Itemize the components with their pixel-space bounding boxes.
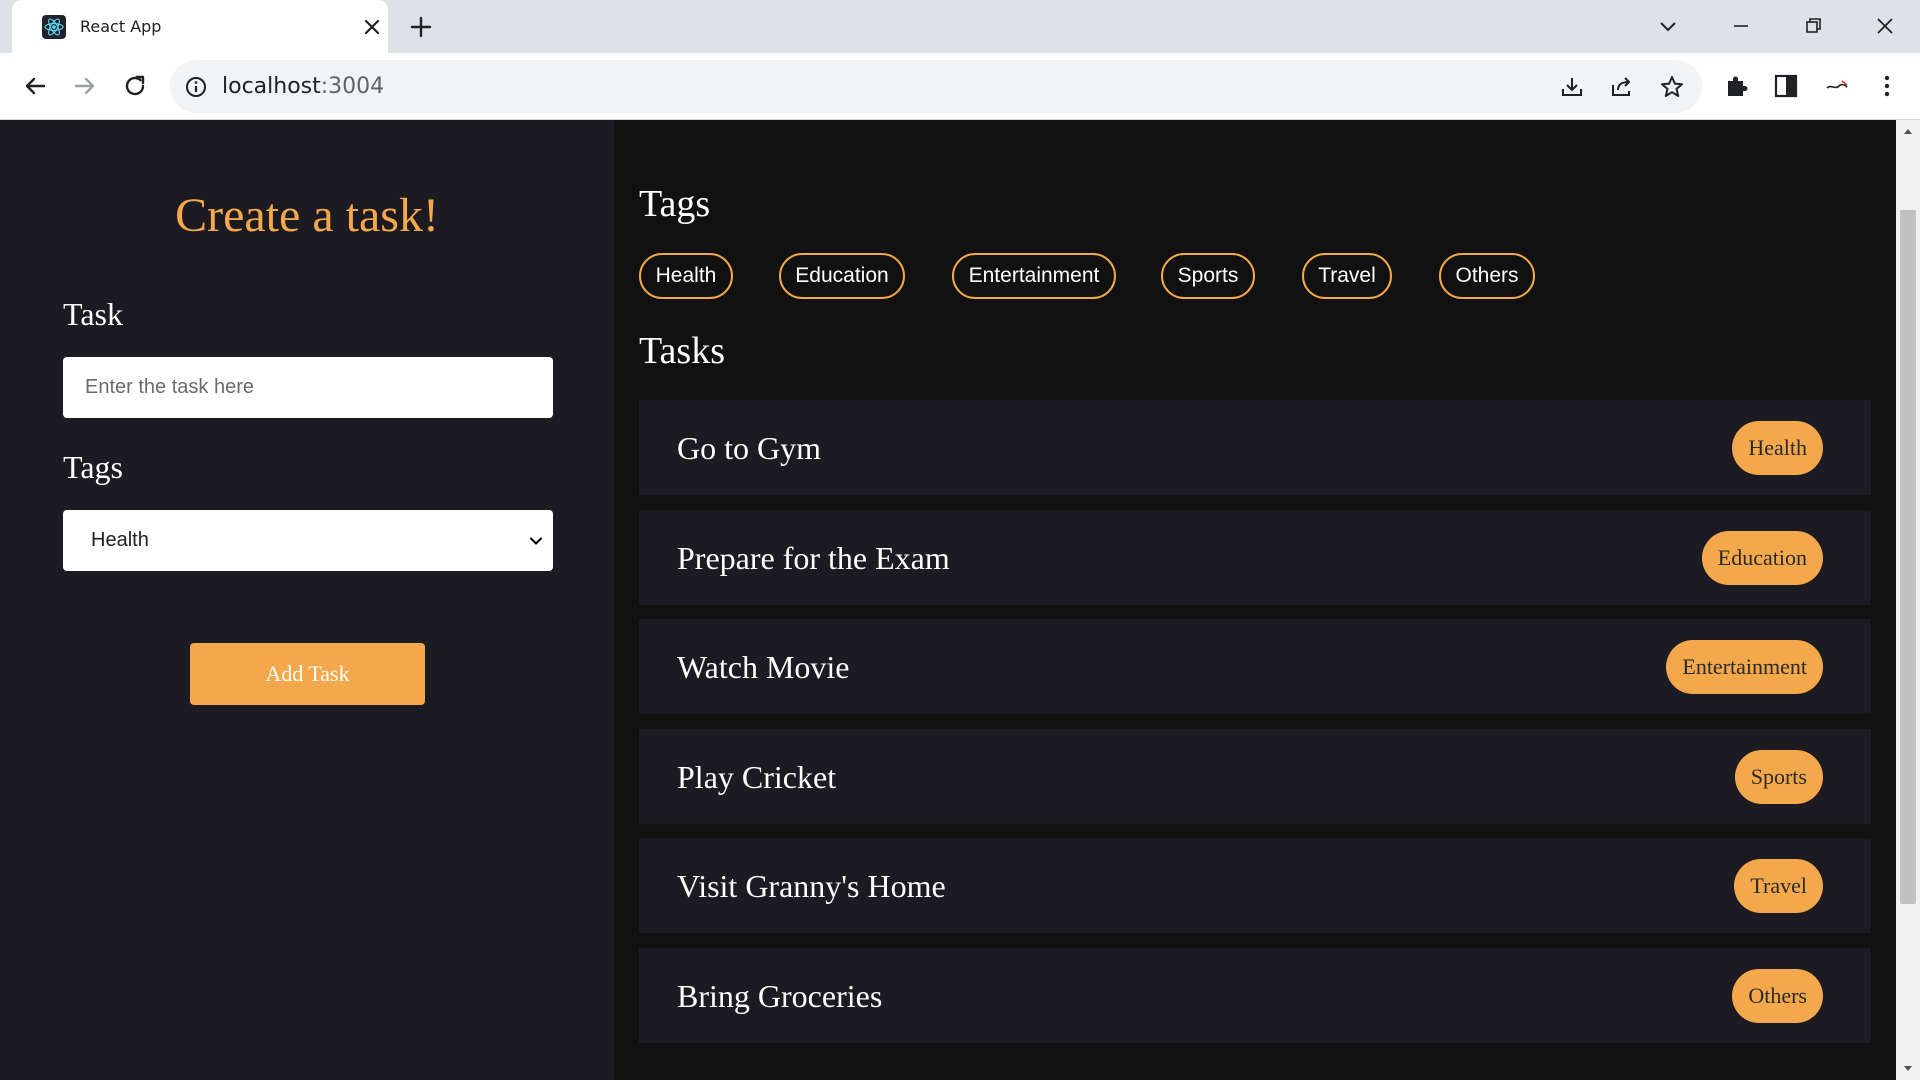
- task-tag-badge: Entertainment: [1666, 640, 1823, 694]
- new-tab-plus-icon[interactable]: [408, 14, 434, 40]
- task-name: Go to Gym: [677, 430, 821, 466]
- browser-tab-strip: React App: [0, 0, 1920, 53]
- task-name: Visit Granny's Home: [677, 868, 946, 904]
- create-task-panel: Create a task! Task Tags Health Add Task: [0, 120, 614, 1080]
- reload-icon[interactable]: [120, 71, 150, 101]
- tag-chip[interactable]: Sports: [1161, 253, 1255, 299]
- scrollbar-thumb[interactable]: [1900, 210, 1916, 904]
- close-icon[interactable]: [360, 15, 384, 39]
- create-task-title: Create a task!: [175, 189, 439, 242]
- task-input[interactable]: [63, 357, 553, 418]
- tags-section-title: Tags: [639, 183, 711, 225]
- scroll-down-arrow-icon[interactable]: [1902, 1062, 1914, 1074]
- profile-avatar-icon[interactable]: [1822, 71, 1852, 101]
- page-scrollbar[interactable]: [1896, 120, 1920, 1080]
- window-close-icon[interactable]: [1871, 12, 1899, 40]
- side-panel-icon[interactable]: [1771, 71, 1801, 101]
- install-app-icon[interactable]: [1558, 73, 1586, 101]
- browser-tab-active[interactable]: React App: [12, 0, 388, 53]
- url-text[interactable]: localhost:3004: [222, 74, 384, 99]
- url-host: localhost: [222, 74, 321, 99]
- tag-chip[interactable]: Education: [779, 253, 905, 299]
- restore-icon[interactable]: [1799, 12, 1827, 40]
- more-menu-icon[interactable]: [1872, 71, 1902, 101]
- tag-select-value: Health: [91, 529, 149, 551]
- page-viewport: Create a task! Task Tags Health Add Task…: [0, 120, 1896, 1080]
- tab-title: React App: [80, 17, 162, 36]
- task-card[interactable]: Visit Granny's Home Travel: [639, 838, 1871, 933]
- task-name: Prepare for the Exam: [677, 539, 950, 576]
- task-card[interactable]: Prepare for the Exam Education: [639, 509, 1871, 605]
- url-port: :3004: [320, 74, 385, 99]
- react-logo-icon: [42, 15, 66, 39]
- task-label: Task: [63, 296, 123, 332]
- site-info-icon[interactable]: [183, 74, 209, 100]
- tag-chip[interactable]: Health: [639, 253, 733, 299]
- scroll-up-arrow-icon[interactable]: [1902, 126, 1914, 138]
- address-bar[interactable]: localhost:3004: [170, 60, 1702, 113]
- task-name: Bring Groceries: [677, 977, 883, 1014]
- task-card[interactable]: Watch Movie Entertainment: [639, 619, 1871, 714]
- bookmark-star-icon[interactable]: [1658, 73, 1686, 101]
- task-card[interactable]: Play Cricket Sports: [639, 728, 1871, 824]
- task-tag-badge: Sports: [1734, 749, 1823, 804]
- task-tag-badge: Health: [1732, 421, 1823, 475]
- back-arrow-icon[interactable]: [20, 71, 50, 101]
- task-name: Watch Movie: [677, 649, 850, 685]
- task-card[interactable]: Go to Gym Health: [639, 400, 1871, 495]
- forward-arrow-icon[interactable]: [70, 71, 100, 101]
- task-name: Play Cricket: [677, 758, 837, 795]
- tab-search-chevron-icon[interactable]: [1654, 12, 1682, 40]
- chevron-down-icon: [530, 537, 542, 545]
- tag-chip[interactable]: Travel: [1302, 253, 1392, 299]
- task-tag-badge: Education: [1701, 530, 1823, 585]
- task-tag-badge: Travel: [1734, 859, 1823, 913]
- tags-label: Tags: [63, 449, 123, 485]
- share-icon[interactable]: [1608, 73, 1636, 101]
- tag-chip[interactable]: Others: [1439, 253, 1535, 299]
- extensions-puzzle-icon[interactable]: [1722, 71, 1752, 101]
- task-tag-badge: Others: [1732, 968, 1823, 1023]
- tag-select[interactable]: Health: [63, 510, 553, 571]
- tag-chip[interactable]: Entertainment: [952, 253, 1116, 299]
- browser-toolbar: localhost:3004: [0, 53, 1920, 120]
- tasks-section-title: Tasks: [639, 330, 726, 372]
- add-task-button[interactable]: Add Task: [190, 643, 425, 705]
- task-card[interactable]: Bring Groceries Others: [639, 947, 1871, 1043]
- minimize-icon[interactable]: [1727, 12, 1755, 40]
